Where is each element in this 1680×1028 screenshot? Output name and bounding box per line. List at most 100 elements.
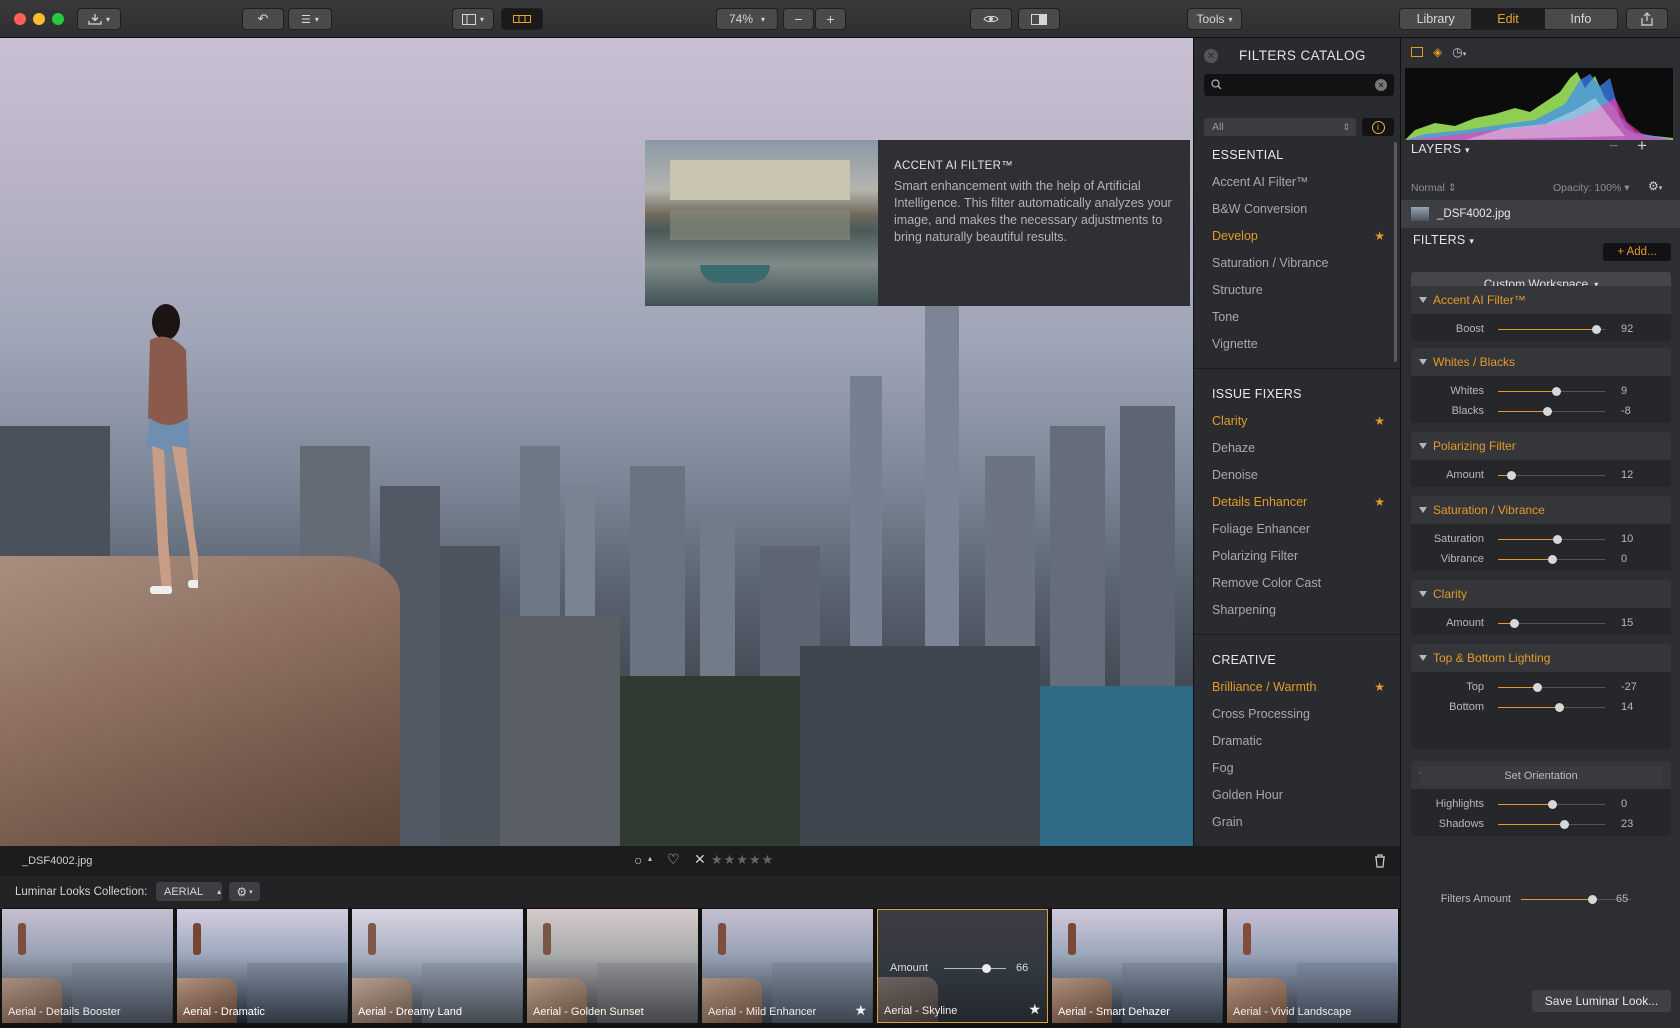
layers-icon[interactable]: ◈	[1433, 45, 1442, 59]
catalog-filter-item[interactable]: Saturation / Vibrance	[1194, 250, 1401, 277]
import-button[interactable]: ▾	[77, 8, 121, 30]
tab-info[interactable]: Info	[1544, 9, 1617, 29]
rating-stars[interactable]: ★★★★★	[711, 852, 774, 868]
looks-settings-button[interactable]: ⚙ ▾	[229, 882, 260, 901]
catalog-filter-item[interactable]: Foliage Enhancer	[1194, 516, 1401, 543]
catalog-filter-item[interactable]: Sharpening	[1194, 597, 1401, 624]
filters-amount-track[interactable]	[1521, 895, 1631, 904]
catalog-filter-item[interactable]: Grain	[1194, 809, 1401, 836]
catalog-filter-item[interactable]: Dehaze	[1194, 435, 1401, 462]
catalog-filter-item[interactable]: Tone	[1194, 304, 1401, 331]
filter-header[interactable]: Top & Bottom Lighting	[1411, 644, 1671, 672]
layers-header[interactable]: LAYERS ▾	[1411, 142, 1470, 156]
slider-knob[interactable]	[1543, 407, 1552, 416]
favorite-star-icon[interactable]: ★	[1374, 223, 1385, 250]
slider-track[interactable]	[1498, 703, 1605, 712]
zoom-window-button[interactable]	[52, 13, 64, 25]
slider-track[interactable]	[1498, 535, 1605, 544]
look-thumbnail[interactable]: Aerial - Dramatic	[177, 909, 348, 1023]
save-luminar-look-button[interactable]: Save Luminar Look...	[1532, 990, 1671, 1012]
share-button[interactable]	[1626, 8, 1668, 30]
filter-slider-row[interactable]: Amount 15	[1411, 613, 1671, 633]
clear-search-icon[interactable]: ✕	[1375, 79, 1387, 91]
filmstrip-toggle-button[interactable]	[501, 8, 543, 30]
look-amount-slider[interactable]	[944, 964, 1006, 973]
heart-icon[interactable]: ♡	[667, 851, 680, 868]
reject-icon[interactable]: ✕	[694, 851, 706, 868]
slider-knob[interactable]	[1592, 325, 1601, 334]
opacity-select[interactable]: Opacity: 100% ▾	[1553, 182, 1630, 194]
minimize-window-button[interactable]	[33, 13, 45, 25]
history-clock-icon[interactable]: ◷▾	[1452, 45, 1466, 59]
look-thumbnail[interactable]: Aerial - Details Booster	[2, 909, 173, 1023]
slider-knob[interactable]	[1507, 471, 1516, 480]
tools-menu[interactable]: Tools ▾	[1187, 8, 1242, 30]
catalog-filter-item[interactable]: Structure	[1194, 277, 1401, 304]
layer-settings-button[interactable]: ⚙▾	[1648, 179, 1662, 193]
add-layer-button[interactable]: +	[1637, 136, 1647, 156]
blend-mode-select[interactable]: Normal ⇕	[1411, 182, 1457, 194]
slider-knob[interactable]	[1533, 683, 1542, 692]
set-orientation-button[interactable]: Set Orientation	[1420, 766, 1662, 786]
zoom-out-button[interactable]: −	[783, 8, 814, 30]
filter-header[interactable]: Whites / Blacks	[1411, 348, 1671, 376]
layer-row[interactable]: _DSF4002.jpg	[1401, 200, 1680, 228]
slider-knob[interactable]	[1552, 387, 1561, 396]
main-image-canvas[interactable]: ACCENT AI FILTER™ Smart enhancement with…	[0, 38, 1193, 846]
trash-icon[interactable]	[1374, 854, 1386, 868]
slider-track[interactable]	[1498, 619, 1605, 628]
catalog-filter-item[interactable]: Cross Processing	[1194, 701, 1401, 728]
sidebar-toggle-button[interactable]: ▾	[452, 8, 494, 30]
slider-track[interactable]	[1498, 325, 1605, 334]
look-thumbnail[interactable]: Amount 66 Aerial - Skyline ★	[877, 909, 1048, 1023]
slider-track[interactable]	[1498, 407, 1605, 416]
close-window-button[interactable]	[14, 13, 26, 25]
catalog-filter-item[interactable]: Denoise	[1194, 462, 1401, 489]
catalog-filter-item[interactable]: Brilliance / Warmth ★	[1194, 674, 1401, 701]
filter-slider-row[interactable]: Bottom 14	[1411, 697, 1671, 717]
slider-track[interactable]	[1498, 387, 1605, 396]
catalog-filter-item[interactable]: Golden Hour	[1194, 782, 1401, 809]
slider-knob[interactable]	[1510, 619, 1519, 628]
tab-library[interactable]: Library	[1400, 9, 1473, 29]
catalog-filter-item[interactable]: Accent AI Filter™	[1194, 169, 1401, 196]
look-thumbnail[interactable]: Aerial - Mild Enhancer ★	[702, 909, 873, 1023]
look-amount-knob[interactable]	[982, 964, 991, 973]
filter-slider-row[interactable]: Top -27	[1411, 677, 1671, 697]
favorite-star-icon[interactable]: ★	[1028, 1001, 1041, 1018]
look-thumbnail[interactable]: Aerial - Vivid Landscape	[1227, 909, 1398, 1023]
catalog-filter-item[interactable]: Develop ★	[1194, 223, 1401, 250]
catalog-filter-item[interactable]: Clarity ★	[1194, 408, 1401, 435]
filters-amount-slider[interactable]: Filters Amount 65	[1401, 889, 1680, 909]
slider-track[interactable]	[1498, 820, 1605, 829]
filter-header[interactable]: Clarity	[1411, 580, 1671, 608]
catalog-filter-item[interactable]: Details Enhancer ★	[1194, 489, 1401, 516]
slider-track[interactable]	[1498, 471, 1605, 480]
filter-slider-row[interactable]: Saturation 10	[1411, 529, 1671, 549]
slider-knob[interactable]	[1548, 800, 1557, 809]
filter-slider-row[interactable]: Shadows 23	[1411, 814, 1671, 834]
look-thumbnail[interactable]: Aerial - Golden Sunset	[527, 909, 698, 1023]
filter-slider-row[interactable]: Blacks -8	[1411, 401, 1671, 421]
color-label-icon[interactable]: ○	[634, 852, 642, 868]
catalog-info-button[interactable]: i	[1362, 118, 1394, 136]
filter-header[interactable]: Polarizing Filter	[1411, 432, 1671, 460]
favorite-star-icon[interactable]: ★	[1374, 489, 1385, 516]
slider-track[interactable]	[1498, 800, 1605, 809]
slider-track[interactable]	[1498, 555, 1605, 564]
zoom-select[interactable]: 74% ▾	[716, 8, 778, 30]
catalog-search-input[interactable]: ✕	[1204, 74, 1394, 96]
catalog-filter-item[interactable]: Remove Color Cast	[1194, 570, 1401, 597]
filter-slider-row[interactable]: Highlights 0	[1411, 794, 1671, 814]
filter-header[interactable]: Saturation / Vibrance	[1411, 496, 1671, 524]
histogram-icon[interactable]	[1411, 47, 1423, 57]
looks-collection-select[interactable]: AERIAL ▴	[156, 882, 222, 901]
filters-amount-knob[interactable]	[1588, 895, 1597, 904]
filters-header[interactable]: FILTERS ▾	[1413, 233, 1474, 247]
filter-slider-row[interactable]: Vibrance 0	[1411, 549, 1671, 569]
filter-header[interactable]: Accent AI Filter™	[1411, 286, 1671, 314]
look-thumbnail[interactable]: Aerial - Dreamy Land	[352, 909, 523, 1023]
catalog-scrollbar[interactable]	[1394, 142, 1397, 362]
favorite-star-icon[interactable]: ★	[1374, 408, 1385, 435]
slider-knob[interactable]	[1560, 820, 1569, 829]
